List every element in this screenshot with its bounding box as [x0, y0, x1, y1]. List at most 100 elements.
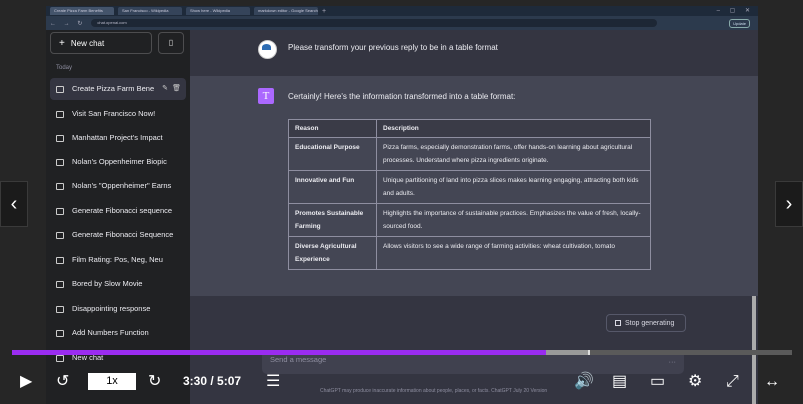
chat-bubble-icon — [56, 134, 64, 142]
time-display: 3:30 / 5:07 — [183, 374, 242, 388]
window-controls[interactable]: – ▢ ✕ — [717, 6, 754, 16]
sidebar-chat-item[interactable]: Disappointing response — [50, 298, 186, 320]
assistant-intro: Certainly! Here's the information transf… — [288, 92, 516, 101]
user-message-row: Please transform your previous reply to … — [190, 30, 758, 76]
sidebar-chat-item[interactable]: Generate Fibonacci Sequence — [50, 224, 186, 246]
chat-bubble-icon — [56, 182, 64, 190]
table-row: Diverse Agricultural Experience Allows v… — [288, 236, 651, 270]
chat-title: Create Pizza Farm Bene — [72, 84, 155, 93]
sidebar-toggle-icon: ▯ — [168, 38, 174, 47]
table-cell: Allows visitors to see a wide range of f… — [376, 236, 651, 270]
sidebar-chat-item[interactable]: Nolan's Oppenheimer Biopic — [50, 151, 186, 173]
browser-tab[interactable]: Create Pizza Farm Benefits — [50, 7, 114, 15]
edit-icon[interactable]: ✎ — [162, 78, 168, 100]
table-cell: Promotes Sustainable Farming — [288, 203, 377, 237]
chevron-left-icon: ‹ — [10, 193, 18, 215]
forward-icon[interactable]: ↻ — [148, 372, 161, 392]
progress-marker — [588, 350, 590, 355]
stop-icon — [615, 320, 621, 327]
chat-bubble-icon — [56, 305, 64, 313]
user-avatar — [258, 40, 277, 59]
chat-bubble-icon — [56, 110, 64, 118]
browser-tab[interactable]: Show here - Wikipedia — [186, 7, 250, 15]
chat-title: Generate Fibonacci sequence — [72, 206, 173, 215]
table-cell: Innovative and Fun — [288, 170, 377, 204]
new-chat-button[interactable]: + New chat — [50, 32, 152, 54]
transcript-icon[interactable]: ▤ — [612, 372, 627, 392]
browser-tab[interactable]: markdown editor - Google Search — [254, 7, 318, 15]
expand-width-icon[interactable]: ↔ — [764, 372, 780, 392]
settings-gear-icon[interactable]: ⚙ — [688, 372, 702, 392]
chat-title: Add Numbers Function — [72, 328, 149, 337]
chat-title: Manhattan Project's Impact — [72, 133, 163, 142]
chat-title: Generate Fibonacci Sequence — [72, 230, 174, 239]
browser-tab[interactable]: San Francisco - Wikipedia — [118, 7, 182, 15]
stop-generating-button[interactable]: Stop generating — [606, 314, 686, 332]
browser-nav-icons[interactable]: ← → ↻ — [50, 20, 85, 27]
table-cell: Educational Purpose — [288, 137, 377, 171]
chat-bubble-icon — [56, 280, 64, 288]
screen-recording: Create Pizza Farm Benefits San Francisco… — [46, 6, 758, 404]
sidebar-chat-item[interactable]: Add Numbers Function — [50, 322, 186, 344]
chapters-icon[interactable]: ☰ — [266, 372, 280, 392]
table-header-row: Reason Description — [288, 119, 651, 138]
chat-title: Bored by Slow Movie — [72, 279, 143, 288]
new-chat-label: New chat — [70, 39, 105, 48]
table-row: Promotes Sustainable Farming Highlights … — [288, 203, 651, 237]
video-progress-bar[interactable] — [12, 350, 792, 355]
assistant-avatar: T — [258, 88, 274, 104]
chat-title: Film Rating: Pos, Neg, Neu — [72, 255, 163, 264]
trash-icon[interactable]: 🗑 — [172, 78, 181, 100]
table-row: Innovative and Fun Unique partitioning o… — [288, 170, 651, 204]
table-cell: Pizza farms, especially demonstration fa… — [376, 137, 651, 171]
address-bar: ← → ↻ chat.openai.com Update — [46, 16, 758, 30]
chat-bubble-icon — [56, 329, 64, 337]
table-header: Reason — [288, 119, 377, 138]
progress-played — [12, 350, 546, 355]
sidebar: + New chat ▯ Today Create Pizza Farm Bene… — [46, 30, 190, 404]
table-cell: Diverse Agricultural Experience — [288, 236, 377, 270]
sidebar-chat-item[interactable]: Film Rating: Pos, Neg, Neu — [50, 249, 186, 271]
section-label: Today — [56, 65, 73, 71]
chat-bubble-icon — [56, 207, 64, 215]
chat-bubble-icon — [56, 256, 64, 264]
previous-arrow-button[interactable]: ‹ — [0, 181, 28, 227]
new-tab-icon[interactable]: + — [322, 8, 326, 15]
update-button[interactable]: Update — [729, 19, 750, 28]
playback-speed-button[interactable]: 1x — [88, 373, 136, 390]
table-header: Description — [376, 119, 651, 138]
sidebar-chat-item[interactable]: Bored by Slow Movie — [50, 273, 186, 295]
table-cell: Unique partitioning of land into pizza s… — [376, 170, 651, 204]
next-arrow-button[interactable]: › — [775, 181, 803, 227]
sidebar-chat-item[interactable]: Create Pizza Farm Bene ✎ 🗑 — [50, 78, 186, 100]
chat-bubble-icon — [56, 354, 64, 362]
rewind-icon[interactable]: ↺ — [56, 372, 69, 392]
browser-tab-bar: Create Pizza Farm Benefits San Francisco… — [46, 6, 758, 16]
stop-label: Stop generating — [625, 320, 675, 327]
response-table: Reason Description Educational Purpose P… — [288, 119, 651, 270]
volume-icon[interactable]: 🔊 — [574, 372, 594, 392]
sidebar-chat-item[interactable]: Visit San Francisco Now! — [50, 103, 186, 125]
play-icon[interactable]: ▶ — [20, 372, 32, 392]
sidebar-toggle-button[interactable]: ▯ — [158, 32, 184, 54]
assistant-message-row: T Certainly! Here's the information tran… — [190, 76, 758, 296]
sidebar-chat-item[interactable]: Manhattan Project's Impact — [50, 127, 186, 149]
chat-title: Nolan's Oppenheimer Biopic — [72, 157, 167, 166]
video-controls: ▶ ↺ 1x ↻ 3:30 / 5:07 ☰ 🔊 ▤ ▭ ⚙ ⤢ ↔ — [0, 362, 803, 404]
chat-bubble-icon — [56, 231, 64, 239]
chevron-right-icon: › — [785, 193, 793, 215]
table-row: Educational Purpose Pizza farms, especia… — [288, 137, 651, 171]
table-cell: Highlights the importance of sustainable… — [376, 203, 651, 237]
chat-title: Disappointing response — [72, 304, 151, 313]
url-field[interactable]: chat.openai.com — [91, 19, 658, 27]
plus-icon: + — [59, 38, 65, 49]
sidebar-chat-item[interactable]: Generate Fibonacci sequence — [50, 200, 186, 222]
fullscreen-icon[interactable]: ⤢ — [726, 372, 739, 392]
user-message: Please transform your previous reply to … — [288, 43, 498, 52]
chat-title: Visit San Francisco Now! — [72, 109, 156, 118]
chat-bubble-icon — [56, 85, 64, 93]
sidebar-chat-item[interactable]: Nolan's "Oppenheimer" Earns — [50, 175, 186, 197]
chat-bubble-icon — [56, 158, 64, 166]
chat-title: Nolan's "Oppenheimer" Earns — [72, 181, 172, 190]
captions-icon[interactable]: ▭ — [650, 372, 665, 392]
